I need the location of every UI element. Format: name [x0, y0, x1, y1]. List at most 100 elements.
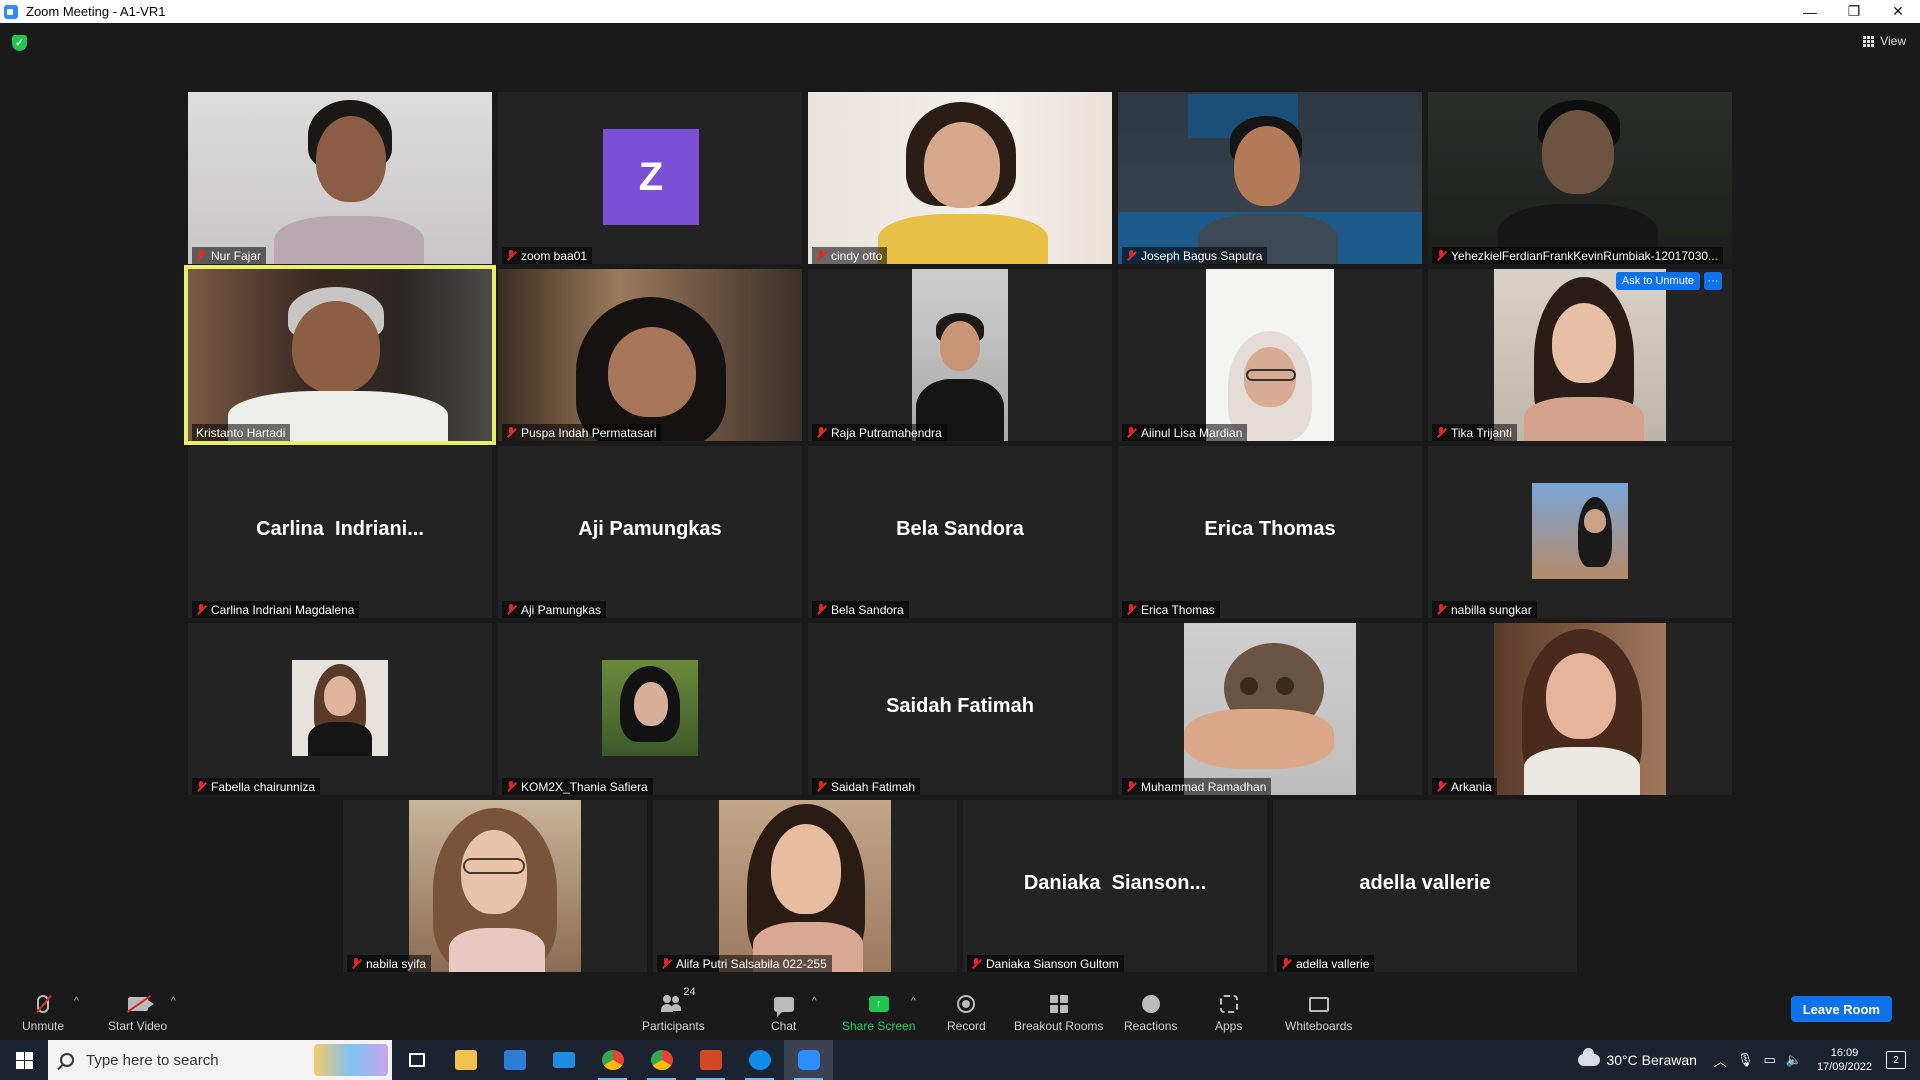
- participant-display-name: Carlina Indriani...: [256, 518, 424, 540]
- network-icon[interactable]: ▭: [1763, 1052, 1775, 1068]
- video-tile[interactable]: Nur Fajar: [188, 92, 492, 264]
- video-tile[interactable]: Joseph Bagus Saputra: [1118, 92, 1422, 264]
- video-off-icon: [127, 997, 154, 1011]
- participant-name-label: Saidah Fatimah: [812, 778, 921, 795]
- search-icon: [60, 1053, 74, 1067]
- more-options-button[interactable]: ···: [1704, 272, 1722, 290]
- windows-taskbar: Type here to search 30°C Berawan ︿ 🎙 ▭ 🔈…: [0, 1040, 1920, 1080]
- reactions-button[interactable]: Reactions: [1124, 992, 1177, 1033]
- breakout-rooms-icon: [1049, 995, 1068, 1013]
- muted-mic-icon: [196, 780, 207, 793]
- chrome-profile-button[interactable]: [637, 1040, 686, 1080]
- video-tile[interactable]: Z zoom baa01: [498, 92, 802, 264]
- weather-cloud-icon: [1578, 1048, 1601, 1066]
- taskbar-search-box[interactable]: Type here to search: [48, 1040, 392, 1080]
- muted-mic-icon: [1436, 426, 1447, 439]
- audio-options-caret[interactable]: ^: [74, 996, 79, 1007]
- chat-options-caret[interactable]: ^: [812, 996, 817, 1007]
- window-controls: — ❐ ✕: [1788, 0, 1920, 23]
- video-options-caret[interactable]: ^: [171, 996, 176, 1007]
- participant-name-label: nabilla sungkar: [1432, 601, 1537, 618]
- teamviewer-button[interactable]: [735, 1040, 784, 1080]
- microsoft-store-button[interactable]: [490, 1040, 539, 1080]
- start-button[interactable]: [0, 1040, 48, 1080]
- start-video-button[interactable]: Start Video: [108, 992, 167, 1033]
- mail-button[interactable]: [539, 1040, 588, 1080]
- participant-name-label: Joseph Bagus Saputra: [1122, 247, 1268, 264]
- muted-mic-icon: [971, 957, 982, 970]
- volume-icon[interactable]: 🔈: [1786, 1052, 1802, 1068]
- zoom-taskbar-button[interactable]: [784, 1040, 833, 1080]
- powerpoint-icon: [699, 1050, 722, 1070]
- video-tile[interactable]: Puspa Indah Permatasari: [498, 269, 802, 441]
- video-tile[interactable]: adella vallerie adella vallerie: [1273, 800, 1577, 972]
- video-tile[interactable]: Aiinul Lisa Mardian: [1118, 269, 1422, 441]
- video-tile[interactable]: KOM2X_Thania Safiera: [498, 623, 802, 795]
- zoom-app-icon: [4, 4, 18, 19]
- participant-display-name: adella vallerie: [1359, 872, 1491, 894]
- notifications-icon[interactable]: 2: [1886, 1051, 1906, 1069]
- breakout-rooms-button[interactable]: Breakout Rooms: [1014, 992, 1103, 1033]
- powerpoint-button[interactable]: [686, 1040, 735, 1080]
- leave-room-button[interactable]: Leave Room: [1790, 996, 1892, 1022]
- video-tile-active-speaker[interactable]: Kristanto Hartadi: [184, 265, 496, 445]
- apps-button[interactable]: Apps: [1215, 992, 1242, 1033]
- video-tile[interactable]: Saidah Fatimah Saidah Fatimah: [808, 623, 1112, 795]
- share-options-caret[interactable]: ^: [911, 996, 916, 1007]
- file-explorer-icon: [454, 1050, 477, 1070]
- view-button[interactable]: View: [1863, 34, 1906, 48]
- video-tile[interactable]: Raja Putramahendra: [808, 269, 1112, 441]
- zoom-window: Zoom Meeting - A1-VR1 — ❐ ✕ View Nur Faj…: [0, 0, 1920, 1080]
- minimize-button[interactable]: —: [1788, 0, 1832, 23]
- muted-mic-icon: [1436, 249, 1447, 262]
- ask-to-unmute-button[interactable]: Ask to Unmute: [1615, 272, 1700, 290]
- video-tile[interactable]: Daniaka Sianson... Daniaka Sianson Gulto…: [963, 800, 1267, 972]
- clock-date: 17/09/2022: [1816, 1061, 1872, 1073]
- close-button[interactable]: ✕: [1876, 0, 1920, 23]
- video-tile[interactable]: YehezkielFerdianFrankKevinRumbiak-120170…: [1428, 92, 1732, 264]
- video-feed: [498, 269, 802, 441]
- video-tile[interactable]: Fabella chairunniza: [188, 623, 492, 795]
- whiteboards-button[interactable]: Whiteboards: [1285, 992, 1352, 1033]
- clock[interactable]: 16:09 17/09/2022: [1817, 1046, 1872, 1074]
- muted-mic-icon: [1281, 957, 1292, 970]
- show-hidden-icons-chevron-icon[interactable]: ︿: [1714, 1051, 1727, 1070]
- microphone-icon[interactable]: 🎙: [1737, 1052, 1754, 1068]
- chrome-button[interactable]: [588, 1040, 637, 1080]
- encryption-shield-icon[interactable]: [12, 35, 27, 51]
- video-tile[interactable]: Aji Pamungkas Aji Pamungkas: [498, 446, 802, 618]
- restore-button[interactable]: ❐: [1832, 0, 1876, 23]
- muted-mic-icon: [506, 603, 517, 616]
- video-tile[interactable]: Erica Thomas Erica Thomas: [1118, 446, 1422, 618]
- task-view-button[interactable]: [392, 1040, 441, 1080]
- video-feed: [1118, 92, 1422, 264]
- video-tile[interactable]: Carlina Indriani... Carlina Indriani Mag…: [188, 446, 492, 618]
- participant-name-label: Arkania: [1432, 778, 1497, 795]
- participant-name-label: Puspa Indah Permatasari: [502, 424, 662, 441]
- participants-button[interactable]: 24 Participants: [642, 986, 705, 1033]
- muted-mic-icon: [1126, 603, 1137, 616]
- muted-mic-icon: [816, 780, 827, 793]
- weather-text[interactable]: 30°C Berawan: [1606, 1052, 1696, 1068]
- video-tile[interactable]: Bela Sandora Bela Sandora: [808, 446, 1112, 618]
- chat-button[interactable]: Chat: [771, 992, 796, 1033]
- video-tile[interactable]: Ask to Unmute ··· Tika Trijanti: [1428, 269, 1732, 441]
- apps-icon: [1219, 995, 1238, 1013]
- grid-view-icon: [1863, 35, 1875, 47]
- video-tile[interactable]: Muhammad Ramadhan: [1118, 623, 1422, 795]
- video-tile[interactable]: Alifa Putri Salsabila 022-255: [653, 800, 957, 972]
- record-button[interactable]: Record: [947, 992, 986, 1033]
- participant-name-label: Erica Thomas: [1122, 601, 1220, 618]
- share-screen-button[interactable]: ↑ Share Screen: [842, 992, 915, 1033]
- video-tile[interactable]: nabila syifa: [343, 800, 647, 972]
- video-tile[interactable]: Arkania: [1428, 623, 1732, 795]
- chrome-icon: [650, 1050, 673, 1070]
- zoom-icon: [797, 1050, 820, 1070]
- video-tile[interactable]: nabilla sungkar: [1428, 446, 1732, 618]
- participant-name-label: Muhammad Ramadhan: [1122, 778, 1272, 795]
- unmute-button[interactable]: Unmute: [22, 992, 64, 1033]
- file-explorer-button[interactable]: [441, 1040, 490, 1080]
- participant-display-name: Daniaka Sianson...: [1023, 872, 1207, 894]
- profile-picture: [409, 800, 581, 972]
- video-tile[interactable]: cindy otto: [808, 92, 1112, 264]
